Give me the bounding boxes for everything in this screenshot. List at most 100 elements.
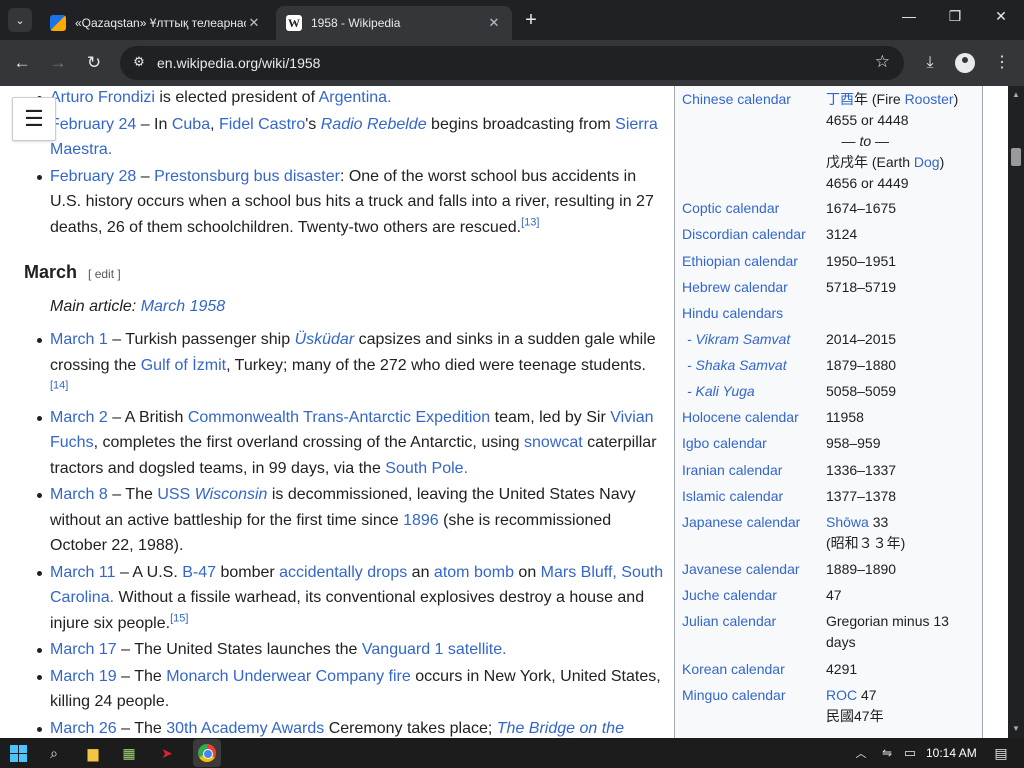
- calendar-link[interactable]: Julian calendar: [682, 611, 822, 632]
- wiki-link[interactable]: 1896: [403, 512, 439, 529]
- body-text: ): [939, 154, 945, 170]
- wiki-link[interactable]: Gulf of İzmit: [141, 357, 226, 374]
- tray-chevron-up-icon[interactable]: ︿: [850, 742, 872, 764]
- minimize-button[interactable]: —: [886, 8, 932, 24]
- value-line: 1377–1378: [826, 486, 976, 507]
- url-text[interactable]: en.wikipedia.org/wiki/1958: [157, 55, 320, 71]
- wiki-link[interactable]: Commonwealth Trans-Antarctic Expedition: [188, 409, 490, 426]
- wiki-link[interactable]: March 8: [50, 486, 108, 503]
- citation-link[interactable]: [15]: [170, 612, 188, 624]
- scroll-up-arrow-icon[interactable]: ▲: [1008, 86, 1024, 104]
- page-scrollbar[interactable]: ▲ ▼: [1008, 86, 1024, 738]
- reload-icon[interactable]: ↻: [83, 52, 105, 74]
- table-of-contents-icon[interactable]: ☰: [12, 97, 56, 141]
- value-line: 民國47年: [826, 706, 976, 727]
- tab-wikipedia-1958[interactable]: W 1958 - Wikipedia ✕: [276, 6, 512, 40]
- app-arrow-icon[interactable]: ➤: [156, 742, 178, 764]
- back-arrow-icon[interactable]: ←: [11, 52, 33, 74]
- close-tab-icon[interactable]: ✕: [246, 15, 262, 31]
- display-icon[interactable]: ▭: [899, 742, 921, 764]
- calendar-link[interactable]: Korean calendar: [682, 659, 822, 680]
- wiki-link[interactable]: February 28: [50, 168, 136, 185]
- wiki-link[interactable]: Fidel Castro: [219, 116, 305, 133]
- bookmark-star-icon[interactable]: ☆: [875, 52, 890, 72]
- value-line: Shōwa 33: [826, 512, 976, 533]
- wiki-link[interactable]: Shōwa: [826, 514, 869, 530]
- wiki-link[interactable]: 30th Academy Awards: [166, 720, 324, 737]
- new-tab-button[interactable]: +: [520, 9, 542, 32]
- wiki-link[interactable]: February 24: [50, 116, 136, 133]
- wiki-link[interactable]: March 11: [50, 564, 116, 581]
- wiki-link[interactable]: Dog: [914, 154, 940, 170]
- maximize-button[interactable]: ❐: [932, 8, 978, 25]
- site-info-icon[interactable]: ⚙: [130, 54, 148, 72]
- main-article-link[interactable]: March 1958: [141, 298, 226, 315]
- wiki-link[interactable]: Monarch Underwear Company fire: [166, 668, 411, 685]
- calendar-link[interactable]: Holocene calendar: [682, 407, 822, 428]
- notifications-icon[interactable]: ▤: [990, 742, 1012, 764]
- scrollbar-thumb[interactable]: [1011, 148, 1021, 166]
- calendar-link[interactable]: Japanese calendar: [682, 512, 822, 533]
- menu-kebab-icon[interactable]: ⋮: [991, 52, 1013, 74]
- network-icon[interactable]: ⇋: [876, 742, 898, 764]
- tab-qazaqstan[interactable]: «Qazaqstan» Ұлттық телеарнас ✕: [40, 6, 272, 40]
- wiki-link[interactable]: USS: [157, 486, 194, 503]
- body-text: 民國47年: [826, 708, 884, 724]
- edit-section-link[interactable]: [ edit ]: [88, 267, 121, 281]
- calendar-link[interactable]: Javanese calendar: [682, 559, 822, 580]
- calendar-link[interactable]: Iranian calendar: [682, 460, 822, 481]
- calendar-link[interactable]: - Shaka Samvat: [687, 355, 827, 376]
- calendar-link[interactable]: Minguo calendar: [682, 685, 822, 706]
- wiki-link[interactable]: Vanguard 1 satellite.: [362, 641, 507, 658]
- wiki-link[interactable]: accidentally drops: [279, 564, 407, 581]
- address-bar[interactable]: ⚙ en.wikipedia.org/wiki/1958 ☆: [120, 46, 904, 80]
- wiki-link[interactable]: Rooster: [905, 91, 954, 107]
- wiki-link[interactable]: March 2: [50, 409, 108, 426]
- calendar-link[interactable]: Chinese calendar: [682, 89, 822, 110]
- citation-link[interactable]: [14]: [50, 380, 68, 392]
- wiki-link[interactable]: atom bomb: [434, 564, 514, 581]
- wiki-link[interactable]: 丁酉: [826, 91, 854, 107]
- calendar-link[interactable]: Igbo calendar: [682, 433, 822, 454]
- wiki-link[interactable]: South Pole.: [385, 460, 468, 477]
- store-icon[interactable]: ▦: [118, 742, 140, 764]
- file-explorer-icon[interactable]: ▆: [82, 742, 104, 764]
- tab-search-chevron-icon[interactable]: ⌄: [8, 8, 32, 32]
- close-tab-icon[interactable]: ✕: [486, 15, 502, 31]
- wiki-link[interactable]: B-47: [182, 564, 216, 581]
- search-icon[interactable]: ⌕: [43, 742, 65, 764]
- calendar-link[interactable]: - Kali Yuga: [687, 381, 827, 402]
- wiki-link[interactable]: Prestonsburg bus disaster: [154, 168, 340, 185]
- calendar-link[interactable]: Islamic calendar: [682, 486, 822, 507]
- close-window-button[interactable]: ✕: [978, 8, 1024, 25]
- calendar-link[interactable]: Hindu calendars: [682, 303, 822, 324]
- wiki-link[interactable]: March 26: [50, 720, 117, 737]
- value-line: 11958: [826, 407, 976, 428]
- clock-time[interactable]: 10:14 AM: [926, 746, 977, 760]
- calendar-link[interactable]: Coptic calendar: [682, 198, 822, 219]
- wiki-link[interactable]: Wisconsin: [195, 486, 268, 503]
- wiki-link[interactable]: Arturo Frondizi: [50, 89, 155, 106]
- chrome-icon[interactable]: [196, 742, 218, 764]
- wiki-link[interactable]: Radio Rebelde: [321, 116, 427, 133]
- download-icon[interactable]: ⤓: [919, 52, 941, 74]
- calendar-link[interactable]: Juche calendar: [682, 585, 822, 606]
- wiki-link[interactable]: Üsküdar: [295, 331, 355, 348]
- calendar-link[interactable]: - Vikram Samvat: [687, 329, 827, 350]
- wiki-link[interactable]: Argentina.: [319, 89, 392, 106]
- calendar-link[interactable]: Ethiopian calendar: [682, 251, 822, 272]
- forward-arrow-icon[interactable]: →: [47, 52, 69, 74]
- wiki-link[interactable]: March 17: [50, 641, 117, 658]
- scroll-down-arrow-icon[interactable]: ▼: [1008, 720, 1024, 738]
- wiki-link[interactable]: snowcat: [524, 434, 583, 451]
- start-windows-icon[interactable]: [7, 742, 29, 764]
- wiki-link[interactable]: ROC: [826, 687, 857, 703]
- calendar-link[interactable]: Discordian calendar: [682, 224, 822, 245]
- wiki-link[interactable]: March 1: [50, 331, 108, 348]
- wiki-link[interactable]: March 19: [50, 668, 117, 685]
- wiki-link[interactable]: Cuba: [172, 116, 210, 133]
- wiki-link[interactable]: The Bridge on the: [497, 720, 624, 737]
- calendar-link[interactable]: Hebrew calendar: [682, 277, 822, 298]
- citation-link[interactable]: [13]: [521, 216, 539, 228]
- profile-avatar-icon[interactable]: [955, 53, 975, 73]
